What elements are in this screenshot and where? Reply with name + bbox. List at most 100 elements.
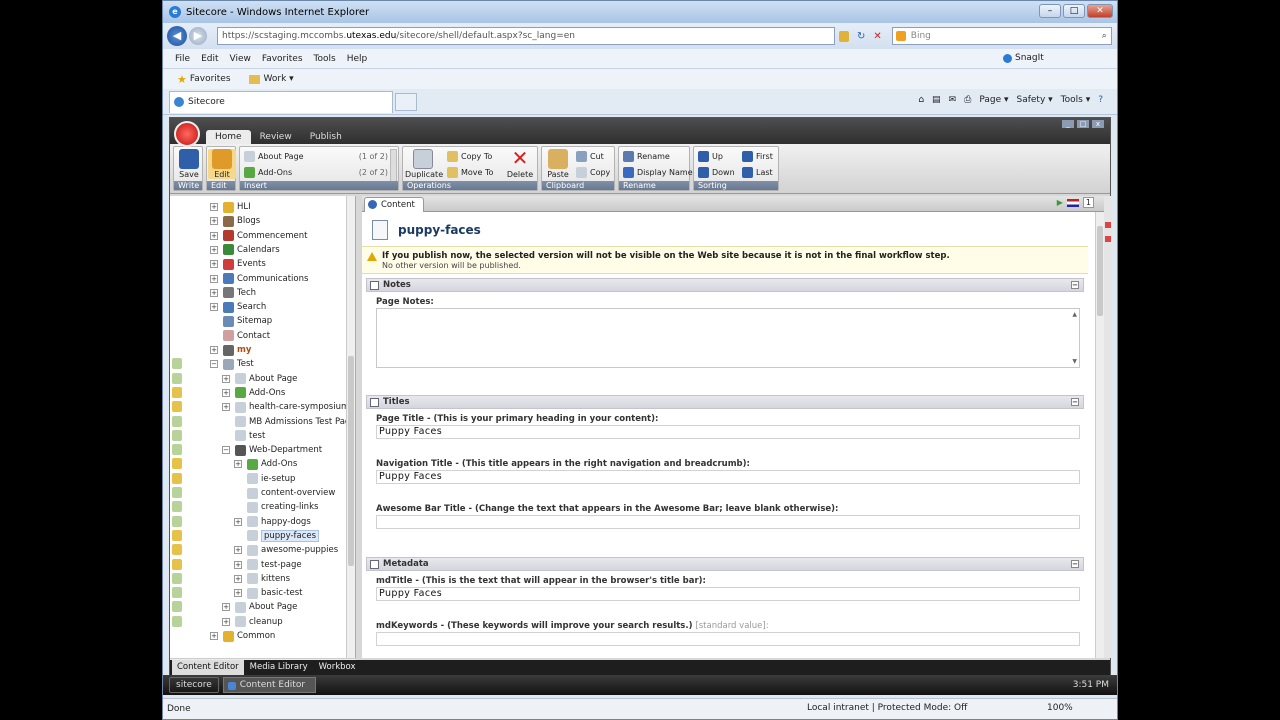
menu-edit[interactable]: Edit <box>201 54 218 64</box>
version-number[interactable]: 1 <box>1082 197 1094 208</box>
ribbon-tab-home[interactable]: Home <box>206 130 251 144</box>
cut-button[interactable]: Cut <box>576 151 604 162</box>
sc-maximize[interactable]: □ <box>1077 120 1089 128</box>
taskbar-content-editor[interactable]: Content Editor <box>222 677 317 693</box>
up-button[interactable]: Up <box>698 151 723 162</box>
tree-item[interactable]: + awesome-puppies <box>234 543 338 557</box>
edit-status-icon[interactable] <box>172 501 182 513</box>
edit-status-icon[interactable] <box>172 587 182 599</box>
stop-icon[interactable]: ✕ <box>873 31 881 42</box>
expand-toggle-icon[interactable]: + <box>210 288 218 297</box>
minimize-button[interactable]: – <box>1039 4 1061 18</box>
edit-status-icon[interactable] <box>172 372 182 384</box>
tree-item[interactable]: + happy-dogs <box>234 515 311 529</box>
mdkeywords-input[interactable] <box>376 632 1080 646</box>
work-folder[interactable]: Work ▾ <box>264 74 294 84</box>
insert-add-ons[interactable]: Add-Ons (2 of 2) <box>244 167 388 178</box>
tree-item[interactable]: + Common <box>210 629 275 643</box>
tab-workbox[interactable]: Workbox <box>314 660 361 676</box>
tree-item[interactable]: Sitemap <box>210 314 272 328</box>
validation-error-icon[interactable] <box>1105 236 1111 242</box>
copy-button[interactable]: Copy <box>576 167 610 178</box>
edit-status-icon[interactable] <box>172 487 182 498</box>
edit-button[interactable]: Edit <box>208 149 236 179</box>
expand-toggle-icon[interactable]: + <box>222 388 230 397</box>
save-button[interactable]: Save <box>175 149 203 179</box>
home-icon[interactable]: ⌂ <box>918 95 924 105</box>
collapse-icon[interactable]: − <box>1071 398 1079 406</box>
security-zone[interactable]: Local intranet | Protected Mode: Off <box>807 703 967 713</box>
expand-toggle-icon[interactable]: + <box>222 603 230 612</box>
tab-media-library[interactable]: Media Library <box>245 660 313 676</box>
expand-toggle-icon[interactable]: + <box>234 460 242 469</box>
tree-item[interactable]: + Communications <box>210 272 308 286</box>
edit-status-icon[interactable] <box>172 358 182 370</box>
tree-item[interactable]: + Blogs <box>210 214 260 228</box>
mail-icon[interactable]: ✉ <box>949 95 957 105</box>
tree-item[interactable]: + Commencement <box>210 229 307 243</box>
tree-item[interactable]: + Calendars <box>210 243 280 257</box>
tab-content-editor[interactable]: Content Editor <box>172 660 244 676</box>
display-name-button[interactable]: Display Name <box>623 167 693 178</box>
copy-to-button[interactable]: Copy To <box>447 151 492 162</box>
last-button[interactable]: Last <box>742 167 773 178</box>
tree-item[interactable]: + health-care-symposium <box>222 400 349 414</box>
lock-icon[interactable] <box>172 529 182 541</box>
tree-scroll-thumb[interactable] <box>348 356 354 566</box>
sitecore-logo-icon[interactable] <box>174 121 200 147</box>
expand-toggle-icon[interactable]: + <box>234 546 242 555</box>
edit-status-icon[interactable] <box>172 572 182 584</box>
editor-scroll-thumb[interactable] <box>1097 226 1103 316</box>
expand-toggle-icon[interactable]: + <box>222 374 230 383</box>
expand-toggle-icon[interactable]: + <box>222 403 230 412</box>
page-menu[interactable]: Page ▾ <box>979 95 1008 105</box>
tree-item[interactable]: + About Page <box>222 600 297 614</box>
search-input[interactable]: Bing ⌕ <box>891 27 1112 45</box>
version-selector[interactable]: ▶ 1 <box>1057 197 1094 208</box>
navigation-title-input[interactable]: Puppy Faces <box>376 470 1080 484</box>
menu-favorites[interactable]: Favorites <box>262 54 303 64</box>
menu-help[interactable]: Help <box>347 54 368 64</box>
tree-item[interactable]: + Add-Ons <box>222 386 285 400</box>
menu-file[interactable]: File <box>175 54 190 64</box>
tree-item[interactable]: + kittens <box>234 572 290 586</box>
tree-item[interactable]: + About Page <box>222 372 297 386</box>
expand-toggle-icon[interactable]: + <box>222 617 230 626</box>
back-button[interactable]: ◀ <box>167 26 187 46</box>
editor-scrollbar[interactable] <box>1095 212 1104 658</box>
section-metadata[interactable]: Metadata − <box>366 557 1084 571</box>
edit-status-icon[interactable] <box>172 515 182 527</box>
close-button[interactable]: ✕ <box>1087 4 1113 18</box>
lock-icon[interactable] <box>172 472 182 484</box>
insert-about-page[interactable]: About Page (1 of 2) <box>244 151 388 162</box>
sitecore-start-button[interactable]: sitecore <box>169 677 219 693</box>
zoom-level[interactable]: 100% <box>1047 703 1073 713</box>
tree-item[interactable]: + Tech <box>210 286 256 300</box>
lock-icon[interactable] <box>172 386 182 398</box>
move-to-button[interactable]: Move To <box>447 167 493 178</box>
tree-item[interactable]: − Web-Department <box>222 443 322 457</box>
validation-error-icon[interactable] <box>1105 222 1111 228</box>
mdtitle-input[interactable]: Puppy Faces <box>376 587 1080 601</box>
tree-item[interactable]: + Search <box>210 300 266 314</box>
menu-tools[interactable]: Tools <box>314 54 336 64</box>
tree-item[interactable]: + basic-test <box>234 586 302 600</box>
tab-sitecore[interactable]: Sitecore <box>169 90 393 113</box>
lock-icon[interactable] <box>172 458 182 470</box>
flag-icon[interactable] <box>1066 198 1079 207</box>
ribbon-tab-review[interactable]: Review <box>251 130 301 144</box>
paste-button[interactable]: Paste <box>544 149 572 179</box>
ribbon-tab-publish[interactable]: Publish <box>301 130 351 144</box>
down-button[interactable]: Down <box>698 167 735 178</box>
tree-item[interactable]: + cleanup <box>222 615 283 629</box>
notes-scroll-icon[interactable]: ▲ <box>1072 311 1077 318</box>
edit-status-icon[interactable] <box>172 429 182 441</box>
tree-item[interactable]: MB Admissions Test Page <box>222 415 355 429</box>
tree-item[interactable]: + test-page <box>234 558 302 572</box>
lock-icon[interactable] <box>839 30 849 42</box>
expand-toggle-icon[interactable]: + <box>234 560 242 569</box>
address-input[interactable]: https://scstaging.mccombs. utexas.edu/sit… <box>217 27 835 45</box>
forward-button[interactable]: ▶ <box>189 27 207 45</box>
expand-toggle-icon[interactable]: + <box>210 217 218 226</box>
tools-menu[interactable]: Tools ▾ <box>1061 95 1091 105</box>
